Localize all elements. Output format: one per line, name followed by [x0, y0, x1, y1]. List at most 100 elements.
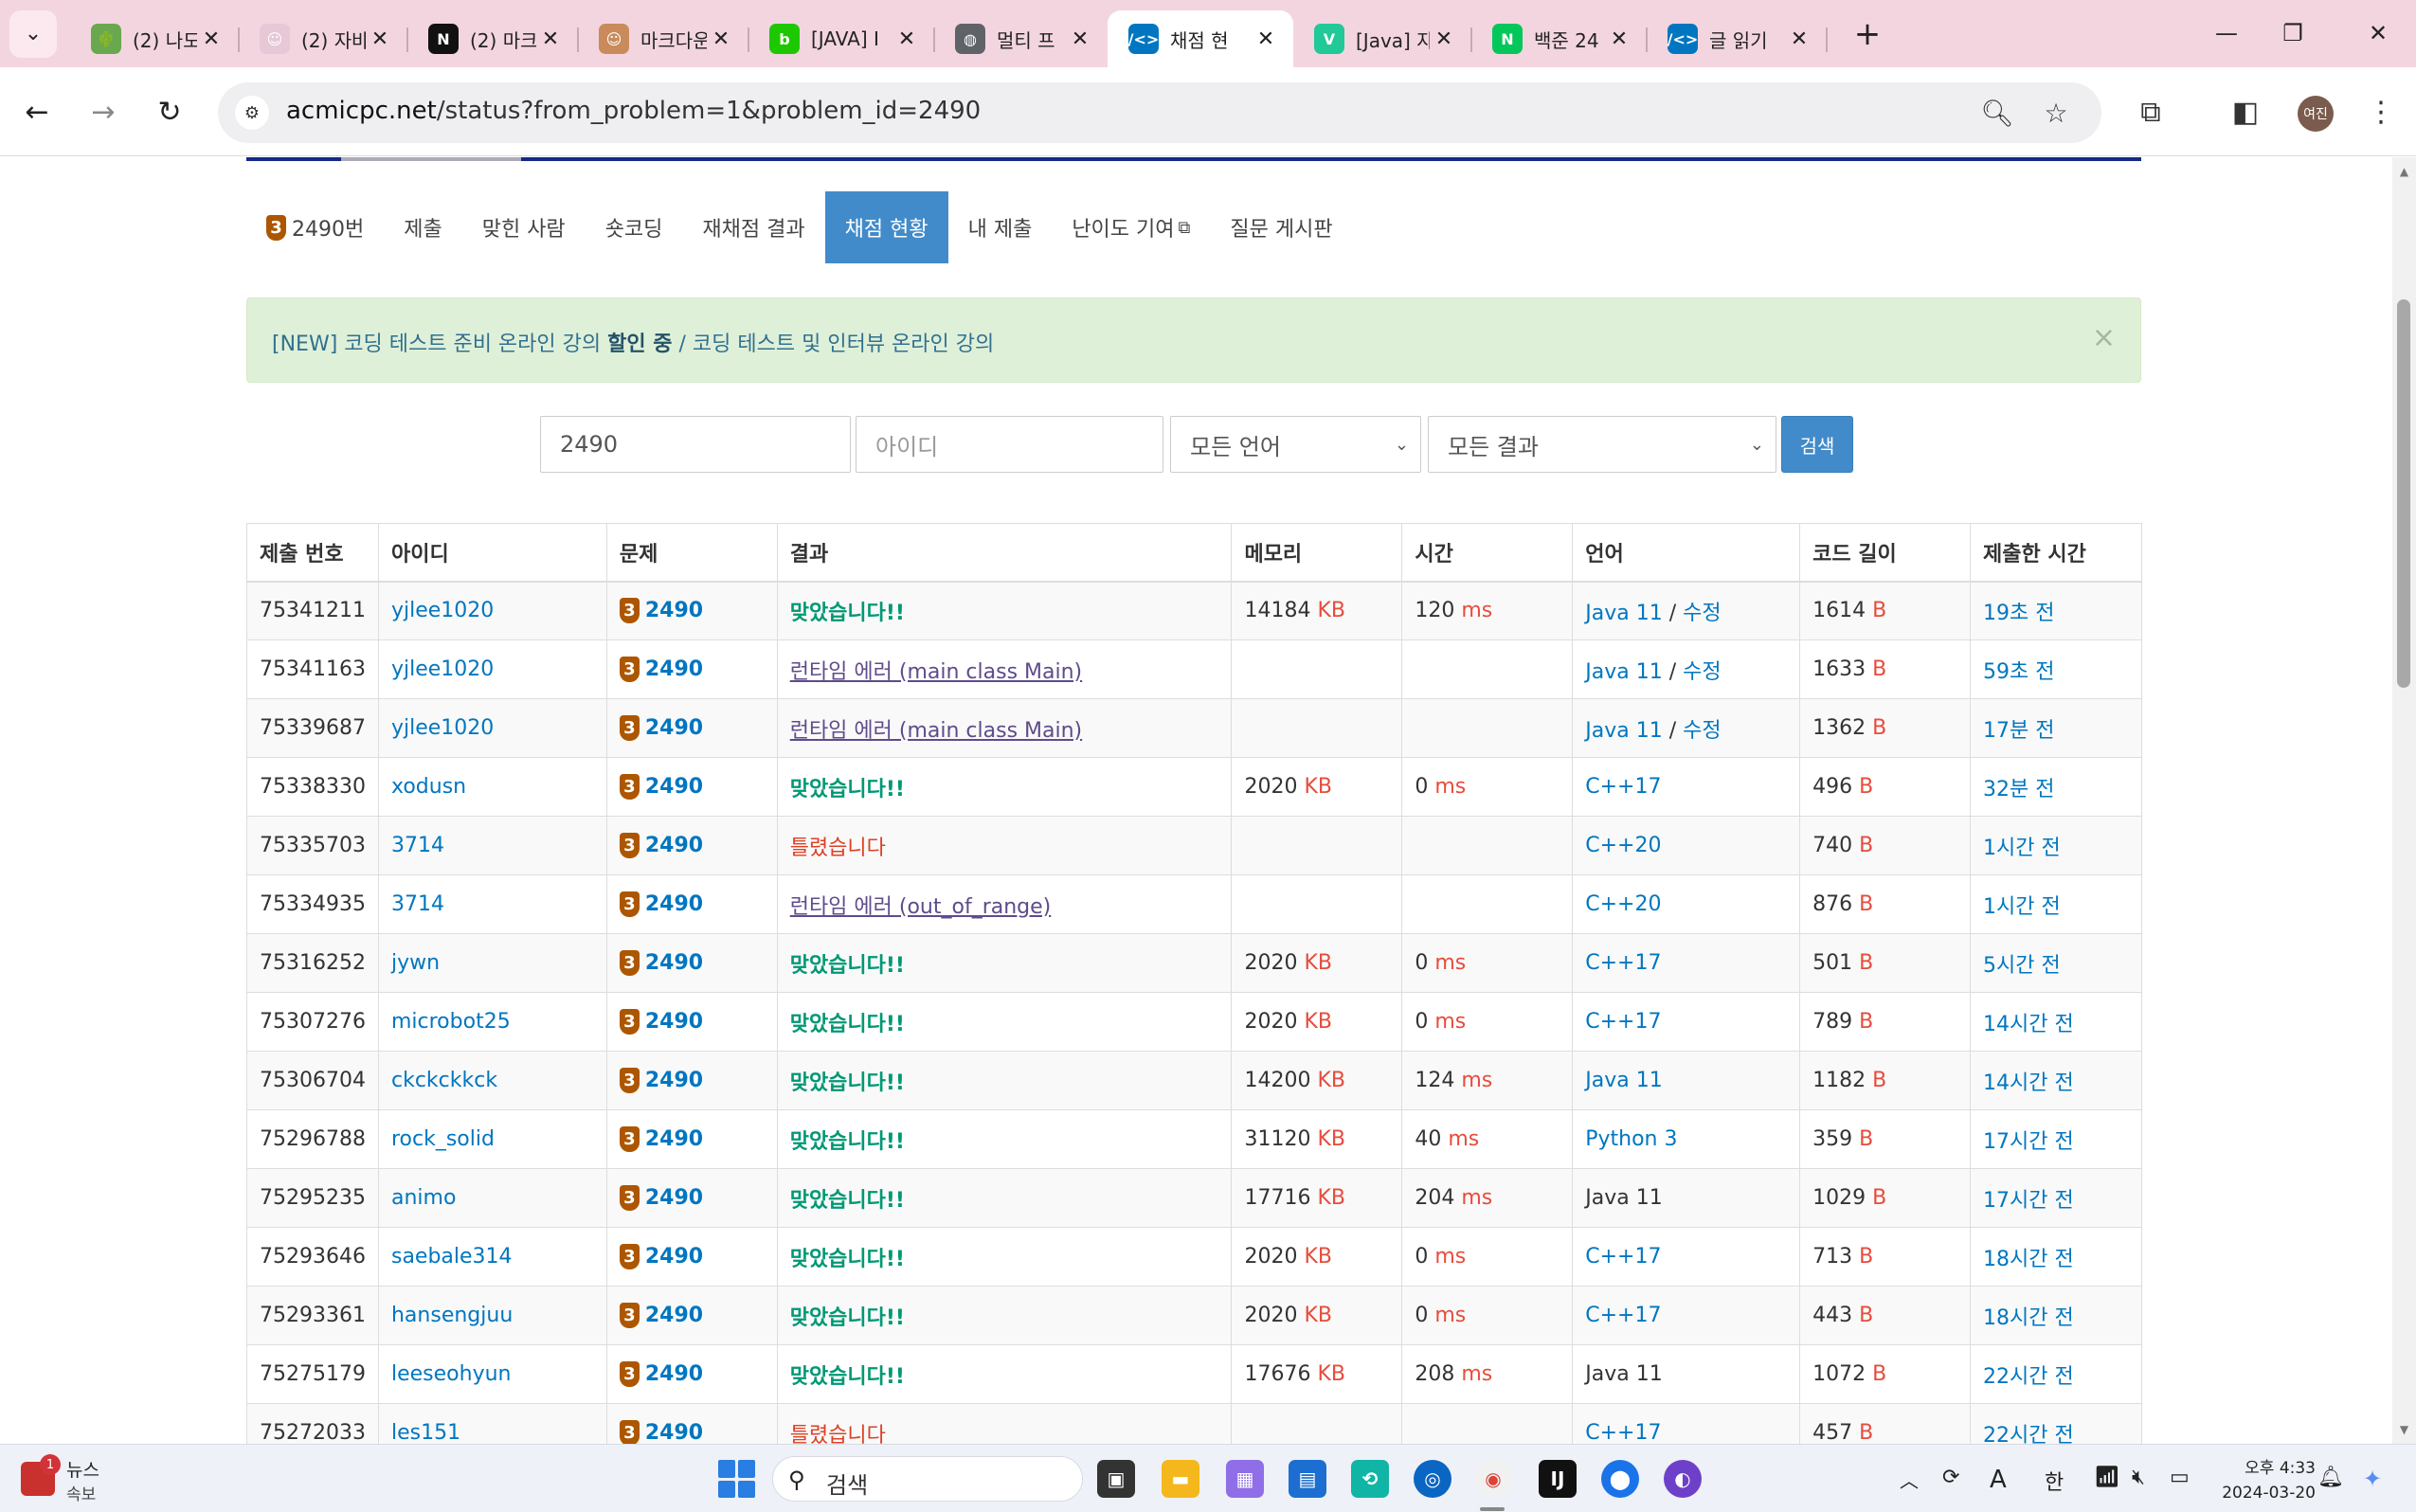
- submit-time-link[interactable]: 17분 전: [1983, 719, 2054, 743]
- profile-avatar[interactable]: 여진: [2298, 96, 2334, 132]
- submit-time-link[interactable]: 32분 전: [1983, 778, 2054, 801]
- browser-tab[interactable]: ☺ (2) 자바 ✕: [239, 10, 408, 67]
- search-button[interactable]: 검색: [1781, 416, 1853, 473]
- tab-close-icon[interactable]: ✕: [366, 27, 394, 51]
- submit-time-link[interactable]: 17시간 전: [1983, 1189, 2074, 1213]
- window-close-icon[interactable]: ✕: [2350, 11, 2407, 55]
- problem-link[interactable]: 3 2490: [619, 1303, 703, 1328]
- problem-link[interactable]: 3 2490: [619, 1185, 703, 1211]
- extensions-puzzle-icon[interactable]: ⧉: [2127, 88, 2174, 135]
- edit-link[interactable]: 수정: [1683, 660, 1721, 684]
- site-info-icon[interactable]: ⚙: [235, 96, 269, 130]
- problem-link[interactable]: 3 2490: [619, 1420, 703, 1444]
- user-link[interactable]: ckckckkck: [391, 1069, 497, 1092]
- ime-mode-a[interactable]: A: [1990, 1466, 2007, 1494]
- ime-hangul-indicator[interactable]: 한: [2045, 1466, 2064, 1496]
- tray-overflow-chevron-icon[interactable]: ︿: [1900, 1466, 1919, 1493]
- copilot-icon[interactable]: ✦: [2363, 1466, 2382, 1492]
- submit-time-link[interactable]: 1시간 전: [1983, 837, 2061, 860]
- problem-link[interactable]: 3 2490: [619, 598, 703, 624]
- user-link[interactable]: 3714: [391, 892, 444, 916]
- tab-close-icon[interactable]: ✕: [1252, 27, 1280, 51]
- tab-rejudge[interactable]: 재채점 결과: [682, 191, 824, 263]
- task-view-icon[interactable]: ▣: [1097, 1460, 1135, 1498]
- result-label[interactable]: 런타임 에러 (main class Main): [790, 660, 1082, 684]
- browser-tab[interactable]: /<> 채점 현 ✕: [1108, 10, 1293, 67]
- result-label[interactable]: 런타임 에러 (main class Main): [790, 719, 1082, 743]
- browser-tab[interactable]: b [JAVA] I ✕: [748, 10, 935, 67]
- back-arrow-icon[interactable]: ←: [15, 90, 59, 134]
- edit-link[interactable]: 수정: [1683, 719, 1721, 743]
- user-link[interactable]: animo: [391, 1186, 456, 1210]
- user-link[interactable]: yjlee1020: [391, 716, 494, 740]
- language-select[interactable]: 모든 언어 ⌄: [1170, 416, 1421, 473]
- menu-kebab-icon[interactable]: ⋮: [2357, 88, 2405, 135]
- news-widget-subtitle[interactable]: 속보: [66, 1481, 96, 1504]
- news-widget-title[interactable]: 뉴스: [66, 1456, 99, 1482]
- forward-arrow-icon[interactable]: →: [81, 90, 125, 134]
- problem-link[interactable]: 3 2490: [619, 950, 703, 976]
- chrome-icon[interactable]: ◉: [1474, 1460, 1512, 1498]
- tab-my-submissions[interactable]: 내 제출: [948, 191, 1053, 263]
- submit-time-link[interactable]: 14시간 전: [1983, 1071, 2074, 1095]
- browser-tab[interactable]: /<> 글 읽기 ✕: [1647, 10, 1828, 67]
- tab-close-icon[interactable]: ✕: [892, 27, 921, 51]
- problem-link[interactable]: 3 2490: [619, 1244, 703, 1269]
- reload-icon[interactable]: ↻: [148, 90, 191, 134]
- volume-muted-icon[interactable]: 🔇︎: [2132, 1466, 2145, 1489]
- language-link[interactable]: C++17: [1585, 1010, 1661, 1034]
- language-link[interactable]: Java 11: [1585, 602, 1662, 625]
- new-tab-plus-icon[interactable]: +: [1844, 15, 1891, 53]
- user-link[interactable]: leeseohyun: [391, 1362, 512, 1386]
- file-explorer-icon[interactable]: ▬: [1162, 1460, 1199, 1498]
- zoom-icon[interactable]: 🔍︎: [1978, 94, 2016, 132]
- taskbar-search-box[interactable]: ⚲ 검색: [772, 1456, 1083, 1502]
- problem-link[interactable]: 3 2490: [619, 1009, 703, 1035]
- user-link[interactable]: yjlee1020: [391, 599, 494, 622]
- notification-bell-icon[interactable]: 🔔︎: [2317, 1466, 2344, 1489]
- scrollbar-thumb[interactable]: [2397, 299, 2410, 688]
- language-link[interactable]: C++17: [1585, 775, 1661, 799]
- language-link[interactable]: Java 11: [1585, 719, 1662, 743]
- battery-icon[interactable]: ▭: [2170, 1466, 2190, 1489]
- tab-close-icon[interactable]: ✕: [536, 27, 565, 51]
- problem-link[interactable]: 3 2490: [619, 657, 703, 682]
- alert-close-icon[interactable]: ×: [2092, 321, 2116, 354]
- problem-link[interactable]: 3 2490: [619, 715, 703, 741]
- submit-time-link[interactable]: 22시간 전: [1983, 1424, 2074, 1445]
- tab-short-coding[interactable]: 숏코딩: [586, 191, 683, 263]
- language-link[interactable]: C++20: [1585, 834, 1661, 857]
- user-link[interactable]: hansengjuu: [391, 1304, 513, 1327]
- user-link[interactable]: jywn: [391, 951, 440, 975]
- problem-link[interactable]: 3 2490: [619, 1068, 703, 1093]
- browser-tab[interactable]: 🌵 (2) 나도 ✕: [70, 10, 240, 67]
- user-link[interactable]: yjlee1020: [391, 657, 494, 681]
- browser-tab[interactable]: ◍ 멀티 프 ✕: [934, 10, 1108, 67]
- user-link[interactable]: xodusn: [391, 775, 466, 799]
- intellij-icon[interactable]: IJ: [1539, 1460, 1577, 1498]
- submit-time-link[interactable]: 22시간 전: [1983, 1365, 2074, 1389]
- problem-id-input[interactable]: 2490: [540, 416, 851, 473]
- language-link[interactable]: Python 3: [1585, 1127, 1677, 1151]
- promo-alert-link[interactable]: [NEW] 코딩 테스트 준비 온라인 강의 할인 중 / 코딩 테스트 및 인…: [272, 327, 994, 357]
- result-select[interactable]: 모든 결과 ⌄: [1428, 416, 1776, 473]
- minimize-icon[interactable]: —: [2198, 11, 2255, 55]
- tab-close-icon[interactable]: ✕: [197, 27, 225, 51]
- tab-close-icon[interactable]: ✕: [1430, 27, 1458, 51]
- language-link[interactable]: C++17: [1585, 951, 1661, 975]
- problem-link[interactable]: 3 2490: [619, 774, 703, 800]
- user-link[interactable]: microbot25: [391, 1010, 511, 1034]
- tab-close-icon[interactable]: ✕: [1605, 27, 1633, 51]
- language-link[interactable]: C++17: [1585, 1304, 1661, 1327]
- submit-time-link[interactable]: 19초 전: [1983, 602, 2054, 625]
- tab-solved-users[interactable]: 맞힌 사람: [462, 191, 586, 263]
- tab-question-board[interactable]: 질문 게시판: [1210, 191, 1352, 263]
- restore-icon[interactable]: ❐: [2264, 11, 2321, 55]
- submit-time-link[interactable]: 1시간 전: [1983, 895, 2061, 919]
- language-link[interactable]: Java 11: [1585, 660, 1662, 684]
- browser-tab[interactable]: ☺ 마크다운 ✕: [578, 10, 749, 67]
- problem-link[interactable]: 3 2490: [619, 833, 703, 858]
- maps-pin-icon[interactable]: ⬤: [1601, 1460, 1639, 1498]
- browser-tab[interactable]: V [Java] 자 ✕: [1293, 10, 1472, 67]
- page-scrollbar[interactable]: ▲ ▼: [2392, 157, 2416, 1444]
